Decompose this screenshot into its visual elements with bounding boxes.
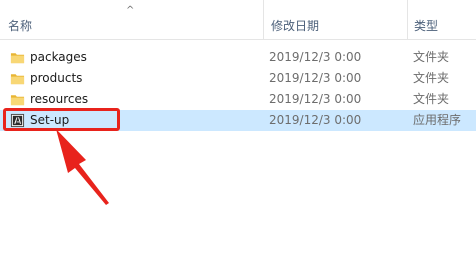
file-name: products: [30, 71, 83, 85]
column-header-bar: ^ 名称 修改日期 类型: [0, 0, 476, 40]
file-name: Set-up: [30, 113, 70, 127]
adobe-app-icon: [10, 113, 25, 128]
file-row-resources[interactable]: resources 2019/12/3 0:00 文件夹: [0, 89, 476, 110]
annotation-arrow: [56, 129, 109, 205]
file-name: resources: [30, 92, 89, 106]
file-type: 文件夹: [413, 71, 450, 85]
file-type: 文件夹: [413, 50, 450, 64]
file-row-packages[interactable]: packages 2019/12/3 0:00 文件夹: [0, 47, 476, 68]
file-modified-date: 2019/12/3 0:00: [269, 92, 362, 106]
file-modified-date: 2019/12/3 0:00: [269, 71, 362, 85]
file-name: packages: [30, 50, 87, 64]
column-header-name[interactable]: 名称: [0, 0, 263, 39]
file-list: packages 2019/12/3 0:00 文件夹 products 201…: [0, 47, 476, 131]
file-type: 文件夹: [413, 92, 450, 106]
folder-icon: [10, 53, 25, 64]
folder-icon: [10, 74, 25, 85]
column-header-date-modified[interactable]: 修改日期: [263, 0, 407, 39]
folder-icon: [10, 95, 25, 106]
file-explorer-view: ^ 名称 修改日期 类型 packages 2019/12/3 0:00 文件夹…: [0, 0, 476, 267]
file-row-products[interactable]: products 2019/12/3 0:00 文件夹: [0, 68, 476, 89]
file-row-setup[interactable]: Set-up 2019/12/3 0:00 应用程序: [0, 110, 476, 131]
file-modified-date: 2019/12/3 0:00: [269, 113, 362, 127]
file-type: 应用程序: [413, 113, 462, 127]
column-header-type[interactable]: 类型: [407, 0, 476, 39]
file-modified-date: 2019/12/3 0:00: [269, 50, 362, 64]
